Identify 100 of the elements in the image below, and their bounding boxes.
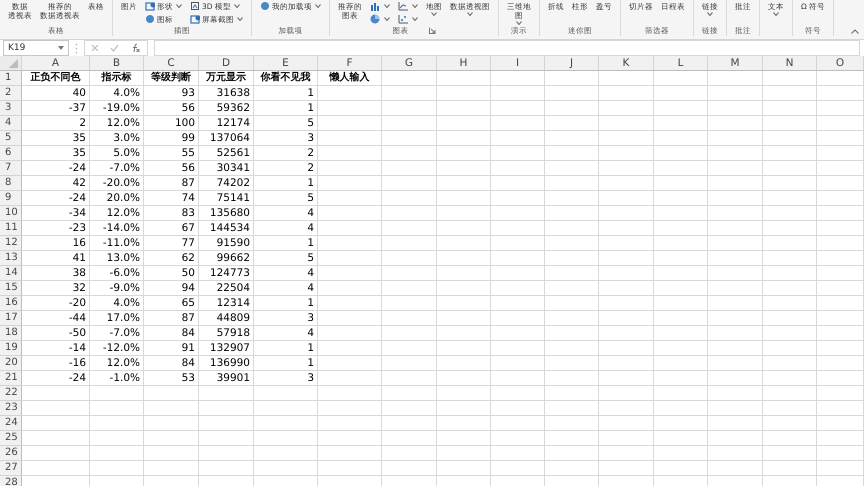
table-cell: 3 bbox=[254, 131, 318, 146]
empty-cell bbox=[491, 101, 545, 116]
empty-cell bbox=[545, 161, 599, 176]
row-header[interactable]: 20 bbox=[0, 356, 22, 371]
empty-cell bbox=[708, 206, 763, 221]
row-header[interactable]: 25 bbox=[0, 431, 22, 446]
column-header[interactable]: N bbox=[763, 56, 817, 71]
empty-cell bbox=[545, 401, 599, 416]
row-header[interactable]: 19 bbox=[0, 341, 22, 356]
empty-cell bbox=[491, 341, 545, 356]
empty-cell bbox=[654, 251, 708, 266]
row-header[interactable]: 4 bbox=[0, 116, 22, 131]
table-cell: -16 bbox=[22, 356, 90, 371]
empty-cell bbox=[491, 281, 545, 296]
empty-cell bbox=[763, 236, 817, 251]
row-header[interactable]: 9 bbox=[0, 191, 22, 206]
empty-cell bbox=[437, 356, 491, 371]
table-cell: 136990 bbox=[199, 356, 254, 371]
row-header[interactable]: 13 bbox=[0, 251, 22, 266]
column-header[interactable]: F bbox=[318, 56, 382, 71]
empty-cell bbox=[708, 86, 763, 101]
row-header[interactable]: 10 bbox=[0, 206, 22, 221]
empty-cell bbox=[318, 101, 382, 116]
row-header[interactable]: 22 bbox=[0, 386, 22, 401]
row-header[interactable]: 26 bbox=[0, 446, 22, 461]
row-header[interactable]: 8 bbox=[0, 176, 22, 191]
shape-icon bbox=[190, 1, 200, 11]
row-header[interactable]: 6 bbox=[0, 146, 22, 161]
empty-cell bbox=[382, 461, 437, 476]
empty-cell bbox=[491, 131, 545, 146]
empty-cell bbox=[599, 341, 654, 356]
empty-cell bbox=[491, 236, 545, 251]
table-cell: 2 bbox=[254, 161, 318, 176]
empty-cell bbox=[545, 386, 599, 401]
chart-type-button[interactable] bbox=[368, 13, 392, 25]
row-header[interactable]: 15 bbox=[0, 281, 22, 296]
table-cell: -50 bbox=[22, 326, 90, 341]
chart-type-button[interactable] bbox=[396, 0, 420, 12]
empty-cell bbox=[318, 461, 382, 476]
column-header[interactable]: B bbox=[90, 56, 144, 71]
empty-cell bbox=[199, 401, 254, 416]
empty-cell bbox=[654, 311, 708, 326]
chart-type-button[interactable] bbox=[396, 13, 420, 25]
table-cell: 4.0% bbox=[90, 296, 144, 311]
table-cell: 17.0% bbox=[90, 311, 144, 326]
empty-cell bbox=[763, 446, 817, 461]
column-header[interactable]: C bbox=[144, 56, 199, 71]
empty-cell bbox=[437, 416, 491, 431]
empty-cell bbox=[599, 161, 654, 176]
table-cell: 35 bbox=[22, 146, 90, 161]
column-header[interactable]: A bbox=[22, 56, 90, 71]
column-title-cell: 正负不同色 bbox=[22, 71, 90, 86]
row-header[interactable]: 28 bbox=[0, 476, 22, 486]
row-header[interactable]: 23 bbox=[0, 401, 22, 416]
empty-cell bbox=[654, 386, 708, 401]
empty-cell bbox=[599, 311, 654, 326]
column-header[interactable]: J bbox=[545, 56, 599, 71]
dialog-launcher-icon[interactable] bbox=[428, 27, 436, 34]
collapse-icon[interactable] bbox=[851, 29, 859, 34]
empty-cell bbox=[763, 146, 817, 161]
column-header[interactable]: O bbox=[817, 56, 864, 71]
row-header[interactable]: 24 bbox=[0, 416, 22, 431]
row-header[interactable]: 17 bbox=[0, 311, 22, 326]
column-header[interactable]: D bbox=[199, 56, 254, 71]
column-header[interactable]: I bbox=[491, 56, 545, 71]
column-header[interactable]: K bbox=[599, 56, 654, 71]
row-header[interactable]: 27 bbox=[0, 461, 22, 476]
empty-cell bbox=[382, 221, 437, 236]
column-header[interactable]: G bbox=[382, 56, 437, 71]
row-header[interactable]: 2 bbox=[0, 86, 22, 101]
column-header[interactable]: E bbox=[254, 56, 318, 71]
row-header[interactable]: 14 bbox=[0, 266, 22, 281]
formula-input[interactable] bbox=[154, 40, 860, 56]
row-header[interactable]: 7 bbox=[0, 161, 22, 176]
empty-cell bbox=[817, 71, 864, 86]
empty-cell bbox=[708, 446, 763, 461]
column-header[interactable]: L bbox=[654, 56, 708, 71]
row-header[interactable]: 21 bbox=[0, 371, 22, 386]
row-header[interactable]: 18 bbox=[0, 326, 22, 341]
row-header[interactable]: 1 bbox=[0, 71, 22, 86]
column-header[interactable]: H bbox=[437, 56, 491, 71]
column-header[interactable]: M bbox=[708, 56, 763, 71]
row-header[interactable]: 5 bbox=[0, 131, 22, 146]
empty-cell bbox=[763, 221, 817, 236]
empty-cell bbox=[763, 191, 817, 206]
table-cell: 3.0% bbox=[90, 131, 144, 146]
chart-type-button[interactable] bbox=[368, 0, 392, 12]
empty-cell bbox=[708, 221, 763, 236]
table-cell: 5 bbox=[254, 251, 318, 266]
table-cell: 22504 bbox=[199, 281, 254, 296]
row-header[interactable]: 11 bbox=[0, 221, 22, 236]
row-header[interactable]: 16 bbox=[0, 296, 22, 311]
table-cell: 1 bbox=[254, 236, 318, 251]
row-header[interactable]: 3 bbox=[0, 101, 22, 116]
empty-cell bbox=[545, 116, 599, 131]
empty-cell bbox=[545, 131, 599, 146]
row-header[interactable]: 12 bbox=[0, 236, 22, 251]
empty-cell bbox=[382, 176, 437, 191]
empty-cell bbox=[817, 131, 864, 146]
name-box[interactable]: K19 bbox=[3, 40, 69, 56]
